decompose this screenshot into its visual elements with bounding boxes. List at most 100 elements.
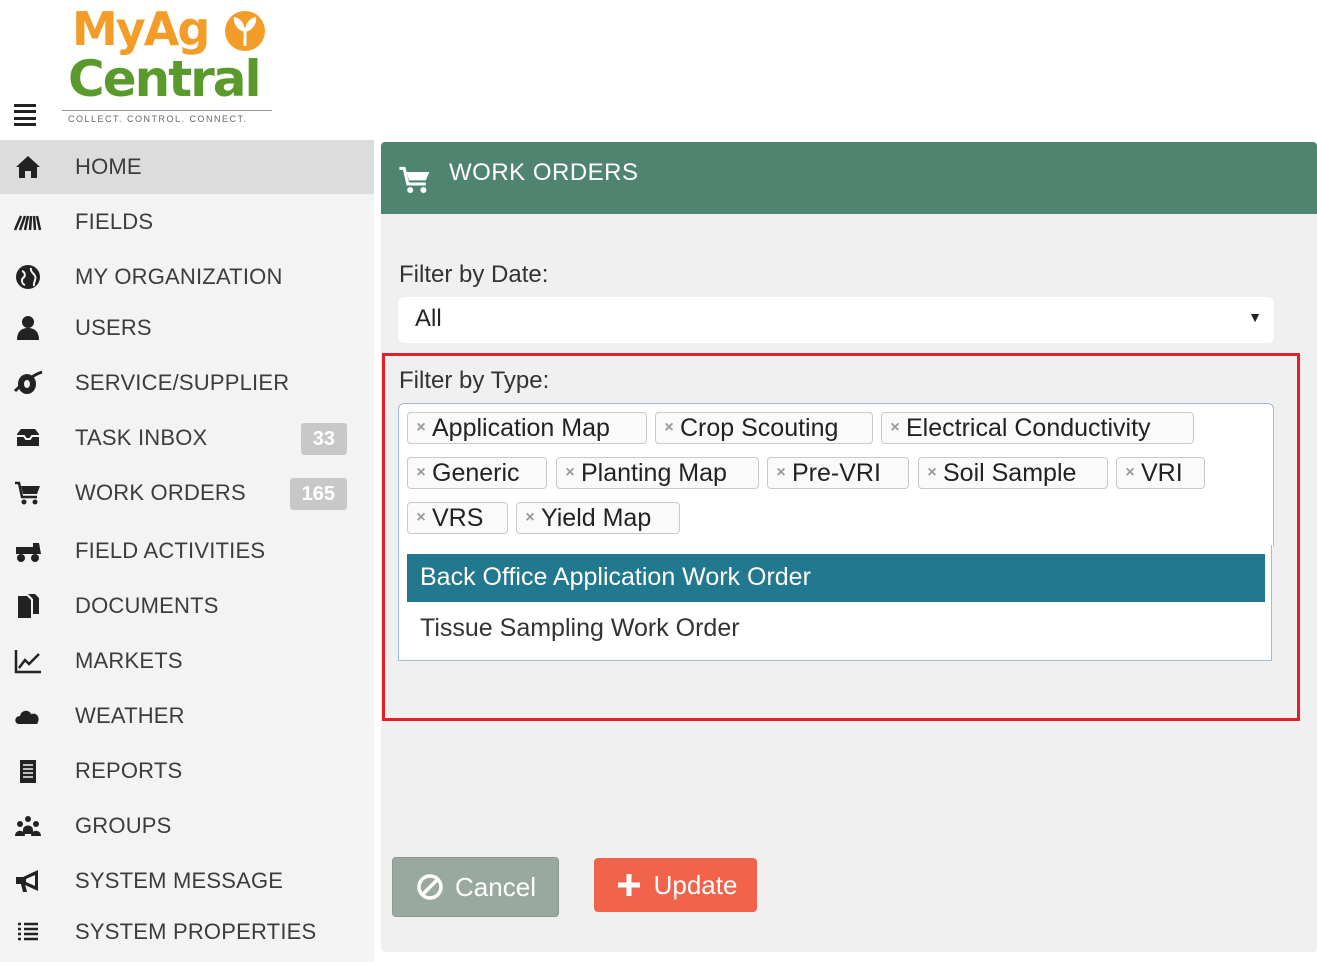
filter-type-dropdown: Back Office Application Work Order Tissu… (398, 545, 1272, 661)
tag-label: Generic (432, 458, 520, 487)
update-button[interactable]: Update (594, 858, 757, 912)
tag-electrical-conductivity: × Electrical Conductivity (881, 412, 1194, 444)
sidebar-item-system-message[interactable]: SYSTEM MESSAGE (0, 854, 374, 908)
task-inbox-count-badge: 33 (300, 423, 347, 455)
sidebar-item-label: GROUPS (75, 813, 172, 838)
logo[interactable]: MyAg Central COLLECT. CONTROL. CONNECT. (62, 6, 274, 130)
tag-soil-sample: × Soil Sample (918, 457, 1108, 489)
sidebar-item-documents[interactable]: DOCUMENTS (0, 579, 374, 633)
filter-date-value: All (415, 305, 442, 332)
tag-planting-map: × Planting Map (556, 457, 759, 489)
user-icon (10, 312, 46, 344)
hamburger-bar (14, 116, 36, 120)
tag-label: Yield Map (541, 503, 652, 532)
sidebar-item-fields[interactable]: FIELDS (0, 195, 374, 249)
logo-divider (62, 110, 272, 111)
sidebar: HOME FIELDS MY ORGANIZATION USERS SERVIC… (0, 140, 374, 962)
hamburger-bar (14, 104, 36, 107)
service-icon (10, 367, 46, 399)
plus-icon (617, 874, 640, 896)
sidebar-item-label: SYSTEM MESSAGE (75, 868, 284, 893)
cloud-icon (10, 700, 46, 732)
logo-line1: MyAg (72, 2, 210, 56)
tag-remove-icon[interactable]: × (517, 509, 541, 527)
tag-label: Soil Sample (943, 458, 1077, 487)
filter-type-label: Filter by Type: (399, 367, 550, 394)
chart-line-icon (10, 645, 46, 677)
tag-remove-icon[interactable]: × (1117, 464, 1141, 482)
sidebar-item-label: TASK INBOX (75, 425, 208, 450)
tag-label: Pre-VRI (792, 458, 881, 487)
documents-icon (10, 590, 46, 622)
globe-icon (10, 261, 46, 293)
tag-yield-map: × Yield Map (516, 502, 680, 534)
tag-remove-icon[interactable]: × (408, 419, 432, 437)
sidebar-item-label: WEATHER (75, 703, 185, 728)
megaphone-icon (10, 865, 46, 897)
tag-crop-scouting: × Crop Scouting (655, 412, 873, 444)
sidebar-item-field-activities[interactable]: FIELD ACTIVITIES (0, 524, 374, 578)
cart-icon (10, 477, 46, 509)
cancel-button[interactable]: Cancel (392, 857, 559, 917)
tag-label: Electrical Conductivity (906, 413, 1151, 442)
tag-remove-icon[interactable]: × (882, 419, 906, 437)
dropdown-option-back-office-application[interactable]: Back Office Application Work Order (407, 554, 1265, 602)
panel-header: WORK ORDERS (381, 142, 1317, 214)
tag-remove-icon[interactable]: × (768, 464, 792, 482)
sidebar-item-label: DOCUMENTS (75, 593, 219, 618)
sidebar-item-label: SYSTEM PROPERTIES (75, 919, 317, 944)
sidebar-item-users[interactable]: USERS (0, 301, 374, 355)
tag-remove-icon[interactable]: × (408, 509, 432, 527)
sidebar-item-label: HOME (75, 154, 142, 179)
logo-tagline: COLLECT. CONTROL. CONNECT. (68, 114, 248, 124)
sidebar-item-service-supplier[interactable]: SERVICE/SUPPLIER (0, 356, 374, 410)
sidebar-item-work-orders[interactable]: WORK ORDERS 165 (0, 466, 374, 520)
list-icon (10, 916, 46, 948)
chevron-down-icon: ▼ (1248, 309, 1262, 325)
tag-remove-icon[interactable]: × (919, 464, 943, 482)
tractor-icon (10, 535, 46, 567)
cart-icon (399, 166, 430, 193)
sidebar-item-task-inbox[interactable]: TASK INBOX 33 (0, 411, 374, 465)
tag-label: Crop Scouting (680, 413, 839, 442)
work-orders-count-badge: 165 (289, 478, 347, 510)
logo-leaf-icon (225, 11, 265, 51)
sidebar-item-label: WORK ORDERS (75, 480, 246, 505)
logo-line2: Central (68, 50, 262, 108)
sidebar-item-weather[interactable]: WEATHER (0, 689, 374, 743)
tag-generic: × Generic (407, 457, 547, 489)
update-button-label: Update (653, 869, 738, 900)
hamburger-bar (14, 110, 36, 114)
sidebar-item-home[interactable]: HOME (0, 140, 374, 194)
tag-application-map: × Application Map (407, 412, 647, 444)
sidebar-item-label: MARKETS (75, 648, 183, 673)
tag-label: VRI (1141, 458, 1183, 487)
tag-vrs: × VRS (407, 502, 508, 534)
menu-toggle-icon[interactable] (14, 104, 42, 126)
sidebar-item-system-properties[interactable]: SYSTEM PROPERTIES (0, 905, 374, 959)
hamburger-bar (14, 122, 36, 126)
dropdown-option-tissue-sampling[interactable]: Tissue Sampling Work Order (407, 605, 1265, 653)
sidebar-item-label: SERVICE/SUPPLIER (75, 370, 290, 395)
filter-date-label: Filter by Date: (399, 261, 549, 288)
cancel-button-label: Cancel (455, 871, 536, 902)
sidebar-item-label: REPORTS (75, 758, 183, 783)
tag-pre-vri: × Pre-VRI (767, 457, 909, 489)
report-icon (10, 755, 46, 787)
group-icon (10, 810, 46, 842)
tag-remove-icon[interactable]: × (408, 464, 432, 482)
sidebar-item-groups[interactable]: GROUPS (0, 799, 374, 853)
sidebar-item-markets[interactable]: MARKETS (0, 634, 374, 688)
tag-vri: × VRI (1116, 457, 1205, 489)
filter-type-multiselect[interactable]: × Application Map × Crop Scouting × Elec… (398, 403, 1274, 546)
tag-label: Planting Map (581, 458, 727, 487)
tag-remove-icon[interactable]: × (656, 419, 680, 437)
ban-icon (417, 874, 443, 900)
sidebar-item-my-organization[interactable]: MY ORGANIZATION (0, 250, 374, 304)
tag-remove-icon[interactable]: × (557, 464, 581, 482)
sidebar-item-reports[interactable]: REPORTS (0, 744, 374, 798)
tag-label: Application Map (432, 413, 610, 442)
fields-icon (10, 206, 46, 238)
sidebar-item-label: FIELD ACTIVITIES (75, 538, 266, 563)
filter-date-select[interactable]: All ▼ (398, 297, 1274, 343)
